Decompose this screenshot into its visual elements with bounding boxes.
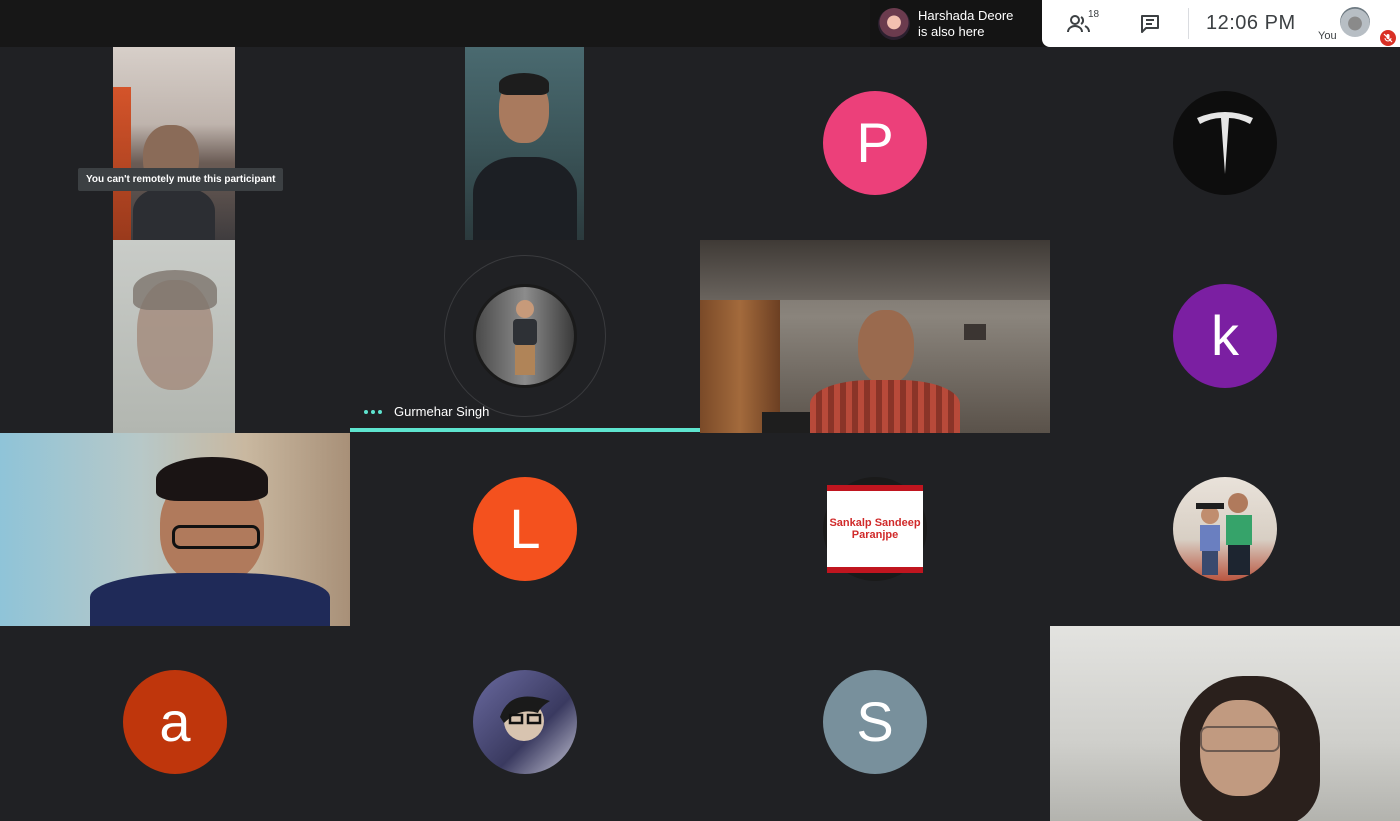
presence-subtitle: is also here (918, 23, 985, 39)
participant-video-6[interactable] (1050, 626, 1400, 821)
avatar-p-initial: P (856, 111, 894, 174)
clock: 12:06 PM (1206, 12, 1296, 34)
avatar-k-initial: k (1211, 304, 1239, 367)
photo-avatar (473, 670, 577, 774)
chat-icon (1141, 14, 1159, 33)
participant-count: 18 (1088, 9, 1100, 20)
kids-photo-icon (1196, 493, 1252, 575)
tesla-logo-avatar (1173, 91, 1277, 195)
avatar-k: k (1173, 284, 1277, 388)
mic-off-icon (1380, 30, 1396, 46)
avatar-a: a (123, 670, 227, 774)
avatar-p: P (823, 91, 927, 195)
sankalp-sign: Sankalp Sandeep Paranjpe (827, 485, 923, 573)
avatar-l-initial: L (509, 497, 541, 560)
meeting-grid: Harshada Deore is also here 18 12:06 PM … (0, 0, 1400, 821)
panel-divider (1188, 8, 1189, 39)
gurmehar-avatar (473, 284, 577, 388)
gurmehar-name: Gurmehar Singh (394, 404, 490, 419)
avatar-l: L (473, 477, 577, 581)
active-speaker-bar (350, 428, 700, 432)
participant-video-2[interactable] (465, 47, 584, 240)
avatar-s-initial: S (856, 690, 894, 753)
speaking-indicator-icon (364, 409, 382, 414)
participant-video-5[interactable] (0, 433, 350, 626)
presence-avatar (878, 7, 910, 40)
presence-name: Harshada Deore (918, 7, 1014, 23)
sankalp-avatar: Sankalp Sandeep Paranjpe (823, 477, 927, 581)
self-video-thumbnail[interactable] (1340, 7, 1370, 37)
presence-notification: Harshada Deore is also here (870, 0, 1042, 47)
people-button[interactable]: 18 (1056, 0, 1102, 47)
avatar-a-initial: a (159, 690, 191, 753)
self-label: You (1318, 30, 1337, 42)
tesla-logo-icon (1197, 112, 1253, 174)
presence-text: Harshada Deore is also here (918, 8, 1013, 40)
kids-photo-avatar (1173, 477, 1277, 581)
avatar-s: S (823, 670, 927, 774)
participant-video-4[interactable] (700, 240, 1050, 433)
person-photo-icon (500, 696, 550, 741)
chat-button[interactable] (1134, 0, 1166, 47)
person-photo-icon (513, 300, 537, 375)
mute-tooltip: You can't remotely mute this participant (78, 168, 284, 191)
participant-video-3[interactable] (113, 240, 235, 433)
participant-name-gurmehar: Gurmehar Singh (364, 404, 489, 419)
call-info-panel: 18 12:06 PM You (1042, 0, 1400, 47)
participant-video-1[interactable] (113, 47, 235, 240)
